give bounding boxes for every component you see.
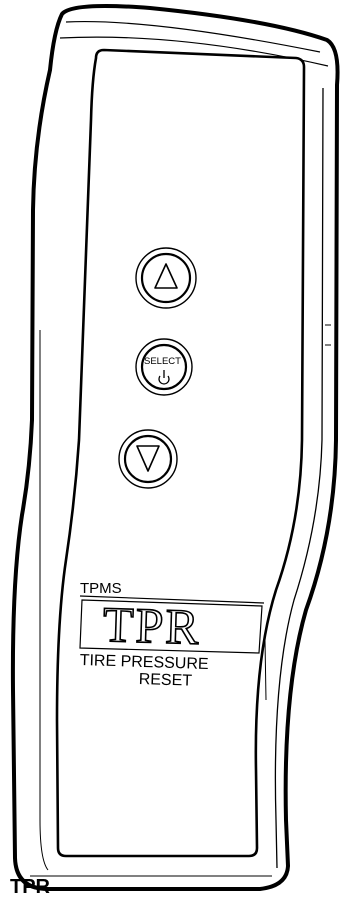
tpr-device-illustration <box>10 4 340 891</box>
badge-logo: TPR <box>101 595 202 656</box>
select-button-label: SELECT <box>144 356 181 367</box>
down-button[interactable] <box>118 429 178 489</box>
badge-line2: RESET <box>138 671 193 690</box>
up-button[interactable] <box>135 247 197 309</box>
figure-caption: TPR <box>10 876 50 898</box>
select-button[interactable] <box>135 338 193 396</box>
